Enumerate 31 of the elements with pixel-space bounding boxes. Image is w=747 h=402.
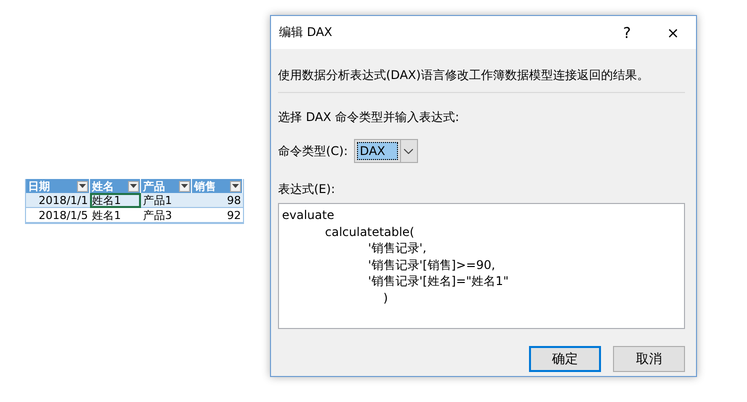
caret-icon [79, 184, 86, 188]
filter-button[interactable] [179, 180, 190, 192]
table-cell: 产品3 [141, 208, 192, 223]
table-cell: 2018/1/1 [26, 193, 90, 208]
table-cell: 产品1 [141, 193, 192, 208]
command-type-label: 命令类型(C): [278, 142, 348, 160]
ok-button[interactable]: 确定 [529, 346, 601, 372]
table-cell: 98 [192, 193, 243, 208]
expression-field[interactable]: evaluate calculatetable( '销售记录', '销售记录'[销售]>=90, '销售记录'[姓名]="姓名1" ) [278, 203, 685, 329]
help-button[interactable]: ? [604, 16, 650, 49]
window-title: 编辑 DAX [279, 24, 334, 41]
description-text: 使用数据分析表达式(DAX)语言修改工作簿数据模型连接返回的结果。 [278, 67, 650, 84]
cancel-button[interactable]: 取消 [613, 346, 685, 372]
expression-label: 表达式(E): [278, 181, 336, 198]
caret-icon [181, 184, 188, 188]
filter-button[interactable] [77, 180, 88, 192]
table-cell: 92 [192, 208, 243, 223]
caret-icon [130, 184, 137, 188]
close-button[interactable]: × [650, 16, 696, 49]
header-text: 日期 [28, 178, 50, 194]
filter-button[interactable] [230, 180, 241, 192]
filter-button[interactable] [128, 180, 139, 192]
header-text: 姓名 [92, 178, 114, 194]
command-type-dropdown[interactable]: DAX [354, 139, 418, 163]
instruction-text: 选择 DAX 命令类型并输入表达式: [278, 109, 460, 126]
table-cell: 姓名1 [90, 208, 141, 223]
caret-icon [232, 184, 239, 188]
table-cell: 姓名1 [90, 193, 141, 208]
header-text: 产品 [143, 178, 165, 194]
table-cell: 2018/1/5 [26, 208, 90, 223]
header-text: 销售 [194, 178, 216, 194]
